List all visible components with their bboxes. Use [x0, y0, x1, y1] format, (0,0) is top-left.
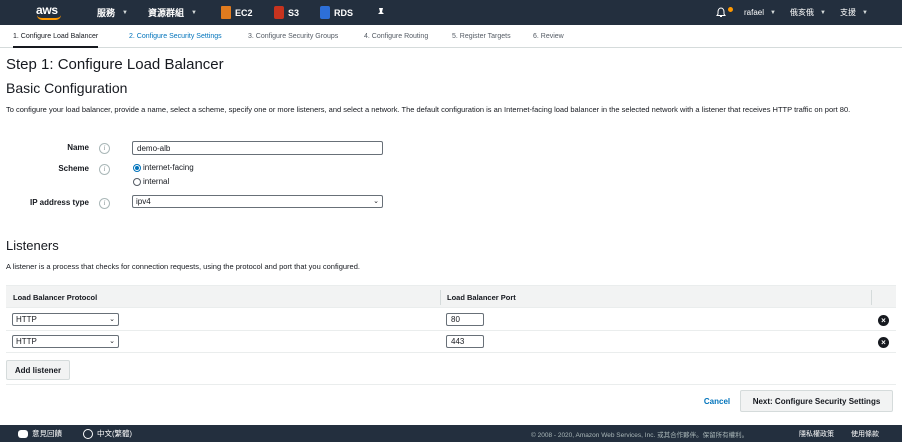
section-title: Basic Configuration — [6, 80, 128, 96]
language-selector[interactable]: 中文(繁體) — [83, 425, 132, 442]
chevron-down-icon: ▼ — [191, 9, 197, 16]
protocol-column-header: Load Balancer Protocol — [13, 293, 98, 302]
divider — [6, 384, 896, 385]
step-2-tab[interactable]: 2. Configure Security Settings — [129, 25, 222, 48]
column-divider — [871, 290, 872, 305]
listeners-description: A listener is a process that checks for … — [6, 262, 360, 271]
copyright-text: © 2008 - 2020, Amazon Web Services, Inc.… — [531, 431, 749, 439]
ec2-shortcut[interactable]: EC2 — [221, 0, 253, 25]
wizard-steps: 1. Configure Load Balancer 2. Configure … — [0, 25, 902, 48]
pin-icon — [378, 7, 384, 18]
chevron-down-icon: ⌄ — [109, 316, 115, 323]
step-4-tab: 4. Configure Routing — [364, 33, 429, 40]
notification-dot — [728, 7, 733, 12]
ip-address-type-value: ipv4 — [136, 197, 151, 206]
ip-address-type-label: IP address type — [30, 198, 89, 207]
radio-unchecked-icon — [133, 177, 141, 186]
bell-icon[interactable] — [716, 7, 726, 18]
page-description: To configure your load balancer, provide… — [6, 105, 851, 114]
scheme-label: Scheme — [58, 164, 89, 173]
listeners-table-header: Load Balancer Protocol Load Balancer Por… — [6, 285, 896, 308]
info-icon[interactable]: i — [99, 143, 110, 154]
listeners-title: Listeners — [6, 238, 59, 253]
port-input[interactable] — [446, 313, 484, 326]
ec2-icon — [221, 6, 231, 19]
user-menu[interactable]: rafael ▼ — [744, 0, 776, 25]
cancel-button[interactable]: Cancel — [697, 392, 737, 410]
chevron-down-icon: ▼ — [770, 9, 776, 16]
protocol-value: HTTP — [16, 337, 37, 346]
name-label: Name — [67, 143, 89, 152]
support-menu[interactable]: 支援 ▼ — [840, 0, 868, 25]
services-menu[interactable]: 服務 ▼ — [97, 0, 128, 25]
step-1-tab[interactable]: 1. Configure Load Balancer — [13, 25, 99, 48]
feedback-link[interactable]: 意見回饋 — [18, 425, 62, 442]
add-listener-button[interactable]: Add listener — [6, 360, 70, 380]
table-row: HTTP ⌄ × — [6, 331, 896, 353]
user-label: rafael — [744, 8, 765, 17]
pin-shortcut[interactable] — [376, 0, 386, 25]
rds-label: RDS — [334, 7, 354, 18]
table-row: HTTP ⌄ × — [6, 309, 896, 331]
chevron-down-icon: ⌄ — [109, 338, 115, 345]
feedback-label: 意見回饋 — [32, 429, 62, 438]
next-button[interactable]: Next: Configure Security Settings — [740, 390, 893, 412]
resource-groups-menu[interactable]: 資源群組 ▼ — [148, 0, 197, 25]
scheme-option-label: internet-facing — [143, 163, 194, 172]
protocol-select[interactable]: HTTP ⌄ — [12, 335, 119, 348]
chat-icon — [18, 429, 28, 438]
aws-logo[interactable]: aws — [36, 3, 64, 21]
globe-icon — [83, 428, 93, 439]
page-title: Step 1: Configure Load Balancer — [6, 56, 224, 73]
remove-listener-icon[interactable]: × — [878, 315, 889, 326]
support-label: 支援 — [840, 8, 856, 17]
chevron-down-icon: ▼ — [820, 9, 826, 16]
remove-listener-icon[interactable]: × — [878, 337, 889, 348]
info-icon[interactable]: i — [99, 198, 110, 209]
step-3-tab: 3. Configure Security Groups — [248, 33, 339, 40]
region-label: 俄亥俄 — [790, 8, 814, 17]
rds-shortcut[interactable]: RDS — [320, 0, 353, 25]
radio-checked-icon — [133, 163, 141, 172]
chevron-down-icon: ▼ — [122, 9, 128, 16]
footer: 意見回饋 中文(繁體) © 2008 - 2020, Amazon Web Se… — [0, 425, 902, 442]
region-menu[interactable]: 俄亥俄 ▼ — [790, 0, 826, 25]
s3-shortcut[interactable]: S3 — [274, 0, 299, 25]
s3-icon — [274, 6, 284, 19]
top-nav: aws 服務 ▼ 資源群組 ▼ EC2 S3 RDS rafael ▼ 俄亥俄 … — [0, 0, 902, 25]
protocol-value: HTTP — [16, 315, 37, 324]
name-input[interactable] — [132, 141, 383, 155]
port-input[interactable] — [446, 335, 484, 348]
port-column-header: Load Balancer Port — [447, 293, 516, 302]
column-divider — [440, 290, 441, 305]
chevron-down-icon: ⌄ — [373, 198, 379, 205]
rds-icon — [320, 6, 330, 19]
ip-address-type-select[interactable]: ipv4 ⌄ — [132, 195, 383, 208]
step-6-tab: 6. Review — [533, 33, 564, 40]
language-label: 中文(繁體) — [97, 429, 132, 438]
s3-label: S3 — [288, 7, 300, 18]
chevron-down-icon: ▼ — [862, 9, 868, 16]
scheme-internal-radio[interactable]: internal — [133, 177, 169, 186]
step-5-tab: 5. Register Targets — [452, 33, 511, 40]
info-icon[interactable]: i — [99, 164, 110, 175]
resource-groups-label: 資源群組 — [148, 8, 185, 18]
scheme-option-label: internal — [143, 177, 170, 186]
privacy-link[interactable]: 隱私權政策 — [799, 425, 834, 442]
services-label: 服務 — [97, 8, 116, 18]
aws-smile-icon — [37, 15, 61, 20]
terms-link[interactable]: 使用條款 — [851, 425, 879, 442]
scheme-internet-facing-radio[interactable]: internet-facing — [133, 163, 194, 172]
ec2-label: EC2 — [235, 7, 253, 18]
protocol-select[interactable]: HTTP ⌄ — [12, 313, 119, 326]
